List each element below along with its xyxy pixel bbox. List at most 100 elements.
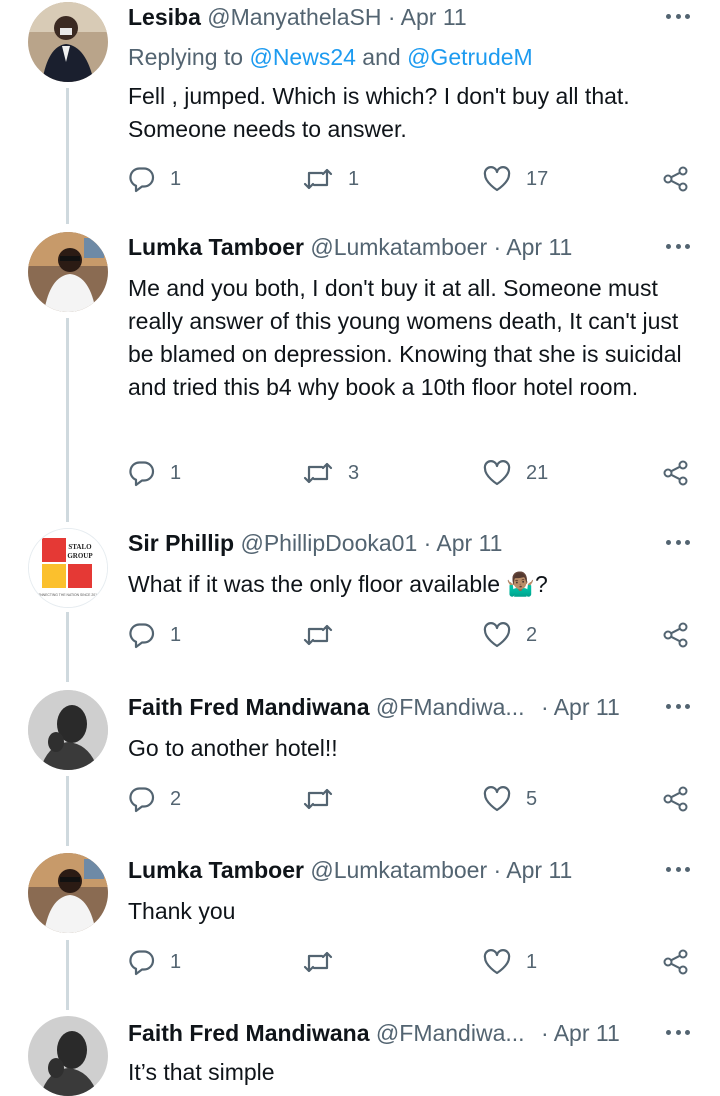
reply-button[interactable]: 1: [128, 945, 181, 979]
tweet[interactable]: STALO GROUP CONNECTING THE NATION SINCE …: [0, 526, 720, 666]
timestamp[interactable]: · Apr 11: [541, 694, 620, 720]
reply-icon: [129, 950, 155, 976]
mention-link[interactable]: @GetrudeM: [407, 44, 533, 70]
timestamp[interactable]: · Apr 11: [541, 1020, 620, 1046]
like-button[interactable]: 17: [482, 162, 548, 196]
retweet-count: 3: [348, 461, 360, 484]
share-button[interactable]: [662, 618, 690, 652]
share-icon: [663, 460, 688, 486]
tweet-text: Me and you both, I don't buy it at all. …: [128, 275, 682, 400]
tweet[interactable]: Faith Fred Mandiwana @FMandiwa... · Apr …: [0, 690, 720, 830]
display-name[interactable]: Lumka Tamboer: [128, 234, 304, 260]
tweet-actions: 2 5: [128, 782, 698, 816]
more-options-icon[interactable]: [666, 865, 690, 873]
heart-icon: [483, 786, 511, 812]
like-count: 5: [526, 787, 538, 810]
handle[interactable]: @ManyathelaSH: [207, 4, 381, 30]
avatar[interactable]: STALO GROUP CONNECTING THE NATION SINCE …: [28, 528, 108, 608]
tweet-header: Lesiba @ManyathelaSH · Apr 11: [128, 4, 467, 31]
tweet[interactable]: Lesiba @ManyathelaSH · Apr 11 Replying t…: [0, 0, 720, 200]
mention-link[interactable]: @News24: [249, 44, 355, 70]
display-name[interactable]: Faith Fred Mandiwana: [128, 694, 370, 720]
more-options-icon[interactable]: [666, 12, 690, 20]
reply-count: 1: [170, 167, 182, 190]
like-count: 17: [526, 167, 549, 190]
reply-count: 2: [170, 787, 182, 810]
display-name[interactable]: Lumka Tamboer: [128, 857, 304, 883]
timestamp[interactable]: · Apr 11: [494, 857, 573, 883]
reply-button[interactable]: 2: [128, 782, 181, 816]
avatar[interactable]: [28, 690, 108, 770]
display-name[interactable]: Faith Fred Mandiwana: [128, 1020, 370, 1046]
reply-count: 1: [170, 623, 182, 646]
reply-button[interactable]: 1: [128, 618, 181, 652]
retweet-icon: [303, 624, 333, 646]
tweet-actions: 1 2: [128, 618, 698, 652]
heart-icon: [483, 166, 511, 192]
avatar[interactable]: [28, 2, 108, 82]
tweet-actions: 1 1: [128, 945, 698, 979]
logo-text: GROUP: [67, 552, 93, 560]
like-button[interactable]: 2: [482, 618, 537, 652]
heart-icon: [483, 949, 511, 975]
share-button[interactable]: [662, 782, 690, 816]
replying-to-and: and: [355, 44, 408, 70]
tweet-header: Sir Phillip @PhillipDooka01 · Apr 11: [128, 530, 502, 557]
share-icon: [663, 166, 688, 192]
handle[interactable]: @Lumkatamboer: [310, 857, 487, 883]
retweet-button[interactable]: 3: [302, 456, 359, 490]
display-name[interactable]: Sir Phillip: [128, 530, 234, 556]
retweet-button[interactable]: [302, 782, 348, 816]
timestamp[interactable]: · Apr 11: [494, 234, 573, 260]
tweet-text: What if it was the only floor available …: [128, 571, 548, 597]
reply-icon: [129, 623, 155, 649]
reply-icon: [129, 167, 155, 193]
like-count: 21: [526, 461, 549, 484]
share-button[interactable]: [662, 456, 690, 490]
tweet-header: Faith Fred Mandiwana @FMandiwa... · Apr …: [128, 694, 620, 721]
handle[interactable]: @Lumkatamboer: [310, 234, 487, 260]
share-button[interactable]: [662, 162, 690, 196]
tweet-text: Fell , jumped. Which is which? I don't b…: [128, 83, 630, 142]
like-button[interactable]: 21: [482, 456, 548, 490]
replying-to: Replying to @News24 and @GetrudeM: [128, 44, 533, 71]
share-icon: [663, 949, 688, 975]
heart-icon: [483, 622, 511, 648]
retweet-icon: [303, 788, 333, 810]
reply-count: 1: [170, 461, 182, 484]
like-count: 1: [526, 950, 538, 973]
timestamp[interactable]: · Apr 11: [424, 530, 503, 556]
tweet-header: Lumka Tamboer @Lumkatamboer · Apr 11: [128, 234, 572, 261]
like-button[interactable]: 5: [482, 782, 537, 816]
reply-button[interactable]: 1: [128, 456, 181, 490]
tweet-text: It’s that simple: [128, 1059, 275, 1085]
more-options-icon[interactable]: [666, 538, 690, 546]
retweet-button[interactable]: [302, 618, 348, 652]
timestamp[interactable]: · Apr 11: [388, 4, 467, 30]
avatar[interactable]: [28, 232, 108, 312]
handle[interactable]: @FMandiwa...: [376, 694, 525, 720]
more-options-icon[interactable]: [666, 1028, 690, 1036]
tweet[interactable]: Faith Fred Mandiwana @FMandiwa... · Apr …: [0, 1016, 720, 1096]
reply-button[interactable]: 1: [128, 162, 181, 196]
retweet-button[interactable]: [302, 945, 348, 979]
avatar[interactable]: [28, 853, 108, 933]
heart-icon: [483, 460, 511, 486]
handle[interactable]: @PhillipDooka01: [240, 530, 417, 556]
avatar[interactable]: [28, 1016, 108, 1096]
reply-icon: [129, 461, 155, 487]
replying-to-label: Replying to: [128, 44, 250, 70]
like-button[interactable]: 1: [482, 945, 537, 979]
logo-tagline: CONNECTING THE NATION SINCE 2016: [35, 593, 99, 597]
share-button[interactable]: [662, 945, 690, 979]
retweet-button[interactable]: 1: [302, 162, 359, 196]
tweet-header: Faith Fred Mandiwana @FMandiwa... · Apr …: [128, 1020, 620, 1047]
display-name[interactable]: Lesiba: [128, 4, 201, 30]
more-options-icon[interactable]: [666, 702, 690, 710]
reply-icon: [129, 787, 155, 813]
tweet-actions: 1 1 17: [128, 162, 698, 196]
tweet[interactable]: Lumka Tamboer @Lumkatamboer · Apr 11 Me …: [0, 230, 720, 500]
handle[interactable]: @FMandiwa...: [376, 1020, 525, 1046]
more-options-icon[interactable]: [666, 242, 690, 250]
tweet[interactable]: Lumka Tamboer @Lumkatamboer · Apr 11 Tha…: [0, 853, 720, 993]
